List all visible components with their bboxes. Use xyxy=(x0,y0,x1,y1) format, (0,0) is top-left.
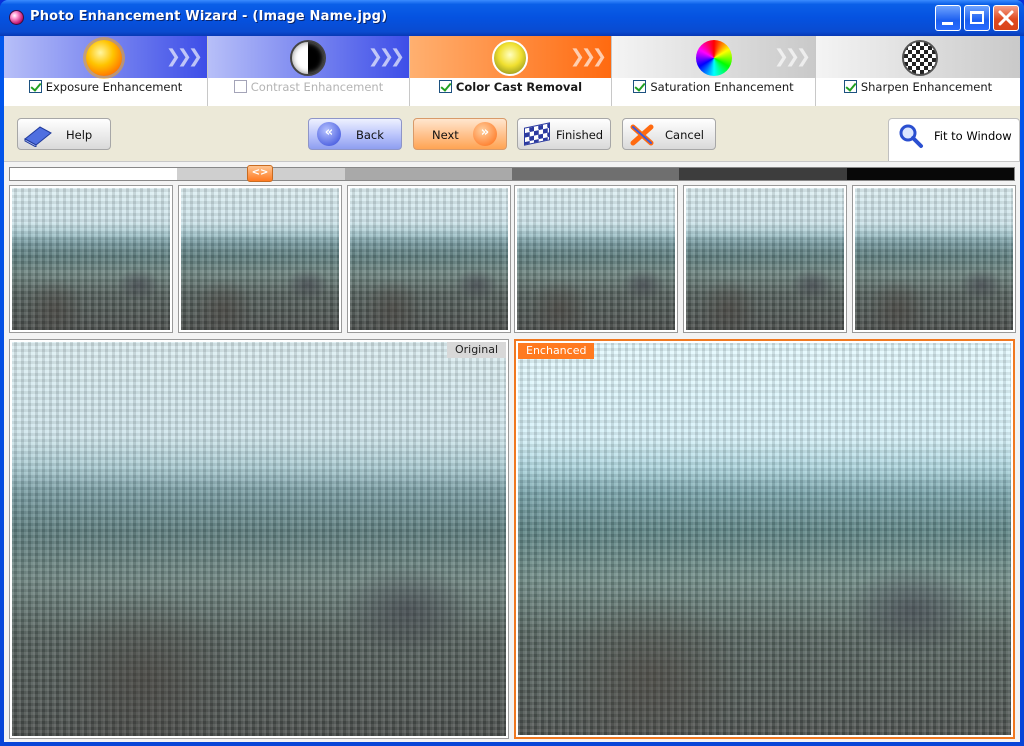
slider-segment[interactable] xyxy=(679,168,847,180)
variation-thumbnail[interactable] xyxy=(683,185,847,333)
lightbulb-icon xyxy=(492,40,528,76)
help-book-icon xyxy=(24,126,52,147)
fit-to-window-label: Fit to Window xyxy=(934,129,1012,143)
variation-thumbnail[interactable] xyxy=(347,185,511,333)
step-contrast[interactable]: ❯❯❯ Contrast Enhancement xyxy=(208,36,410,106)
close-icon xyxy=(998,10,1014,26)
step-label: Exposure Enhancement xyxy=(45,80,183,94)
preview-area: <> Original Enchanced xyxy=(4,161,1020,742)
wizard-client-area: ❯❯❯ Exposure Enhancement ❯❯❯ Contrast En… xyxy=(4,36,1020,742)
step-label: Color Cast Removal xyxy=(455,80,583,94)
finished-label: Finished xyxy=(556,128,604,142)
contrast-icon xyxy=(290,40,326,76)
finished-button[interactable]: Finished xyxy=(517,118,611,150)
maximize-button[interactable] xyxy=(964,5,990,31)
sun-icon xyxy=(86,40,122,76)
variation-thumbnail[interactable] xyxy=(178,185,342,333)
cancel-x-icon xyxy=(630,124,654,146)
original-image xyxy=(12,342,506,736)
step-color-cast[interactable]: ❯❯❯ Color Cast Removal xyxy=(410,36,612,106)
slider-segment[interactable] xyxy=(846,168,1014,180)
thumbnail-image xyxy=(12,188,170,330)
wizard-steps: ❯❯❯ Exposure Enhancement ❯❯❯ Contrast En… xyxy=(4,36,1020,106)
step-checkbox[interactable] xyxy=(28,80,42,93)
minimize-button[interactable] xyxy=(935,5,961,31)
help-button[interactable]: Help xyxy=(17,118,111,150)
next-label: Next xyxy=(432,128,459,142)
next-button[interactable]: Next » xyxy=(413,118,507,150)
back-arrow-icon: « xyxy=(317,122,341,146)
checkered-flag-icon xyxy=(524,122,550,146)
checkerboard-icon xyxy=(902,40,938,76)
original-preview: Original xyxy=(9,339,509,739)
enhanced-preview: Enchanced xyxy=(514,339,1015,739)
step-sharpen[interactable]: Sharpen Enhancement xyxy=(816,36,1020,106)
magnifier-icon xyxy=(899,124,923,148)
step-label: Contrast Enhancement xyxy=(250,80,384,94)
slider-segment[interactable] xyxy=(511,168,680,180)
cancel-button[interactable]: Cancel xyxy=(622,118,716,150)
cancel-label: Cancel xyxy=(665,128,704,142)
help-label: Help xyxy=(66,128,93,142)
title-bar[interactable]: Photo Enhancement Wizard - (Image Name.j… xyxy=(0,0,1024,36)
close-button[interactable] xyxy=(993,5,1019,31)
step-label: Sharpen Enhancement xyxy=(860,80,993,94)
step-label: Saturation Enhancement xyxy=(650,80,794,94)
enhanced-tag: Enchanced xyxy=(518,343,595,359)
back-label: Back xyxy=(356,128,384,142)
step-saturation[interactable]: ❯❯❯ Saturation Enhancement xyxy=(612,36,816,106)
slider-handle[interactable]: <> xyxy=(247,165,273,182)
fit-to-window-tab[interactable]: Fit to Window xyxy=(888,118,1020,162)
step-checkbox[interactable] xyxy=(233,80,247,93)
original-tag: Original xyxy=(446,342,506,358)
thumbnail-image xyxy=(855,188,1013,330)
slider-segment[interactable] xyxy=(10,168,178,180)
variation-thumbnail[interactable] xyxy=(514,185,678,333)
window-title: Photo Enhancement Wizard - (Image Name.j… xyxy=(30,9,388,24)
app-window: Photo Enhancement Wizard - (Image Name.j… xyxy=(0,0,1024,746)
minimize-icon xyxy=(942,22,953,25)
step-exposure[interactable]: ❯❯❯ Exposure Enhancement xyxy=(4,36,208,106)
next-arrow-icon: » xyxy=(473,122,497,146)
step-checkbox[interactable] xyxy=(438,80,452,93)
thumbnail-image xyxy=(350,188,508,330)
thumbnail-image xyxy=(686,188,844,330)
back-button[interactable]: « Back xyxy=(308,118,402,150)
maximize-icon xyxy=(970,11,984,24)
step-arrows: ❯❯❯ xyxy=(569,46,607,67)
enhancement-level-slider[interactable] xyxy=(9,167,1015,181)
thumbnail-image xyxy=(181,188,339,330)
step-checkbox[interactable] xyxy=(633,80,647,93)
app-icon xyxy=(9,10,24,25)
thumbnail-image xyxy=(517,188,675,330)
enhanced-image xyxy=(518,343,1011,735)
slider-segment[interactable] xyxy=(344,168,512,180)
step-arrows: ❯❯❯ xyxy=(773,46,811,67)
variation-thumbnail[interactable] xyxy=(852,185,1016,333)
variation-thumbnail[interactable] xyxy=(9,185,173,333)
step-checkbox[interactable] xyxy=(843,80,857,93)
color-wheel-icon xyxy=(696,40,732,76)
step-arrows: ❯❯❯ xyxy=(165,46,203,67)
toolbar: Help « Back Next » Finished Cancel Fit t… xyxy=(4,107,1020,162)
step-arrows: ❯❯❯ xyxy=(367,46,405,67)
